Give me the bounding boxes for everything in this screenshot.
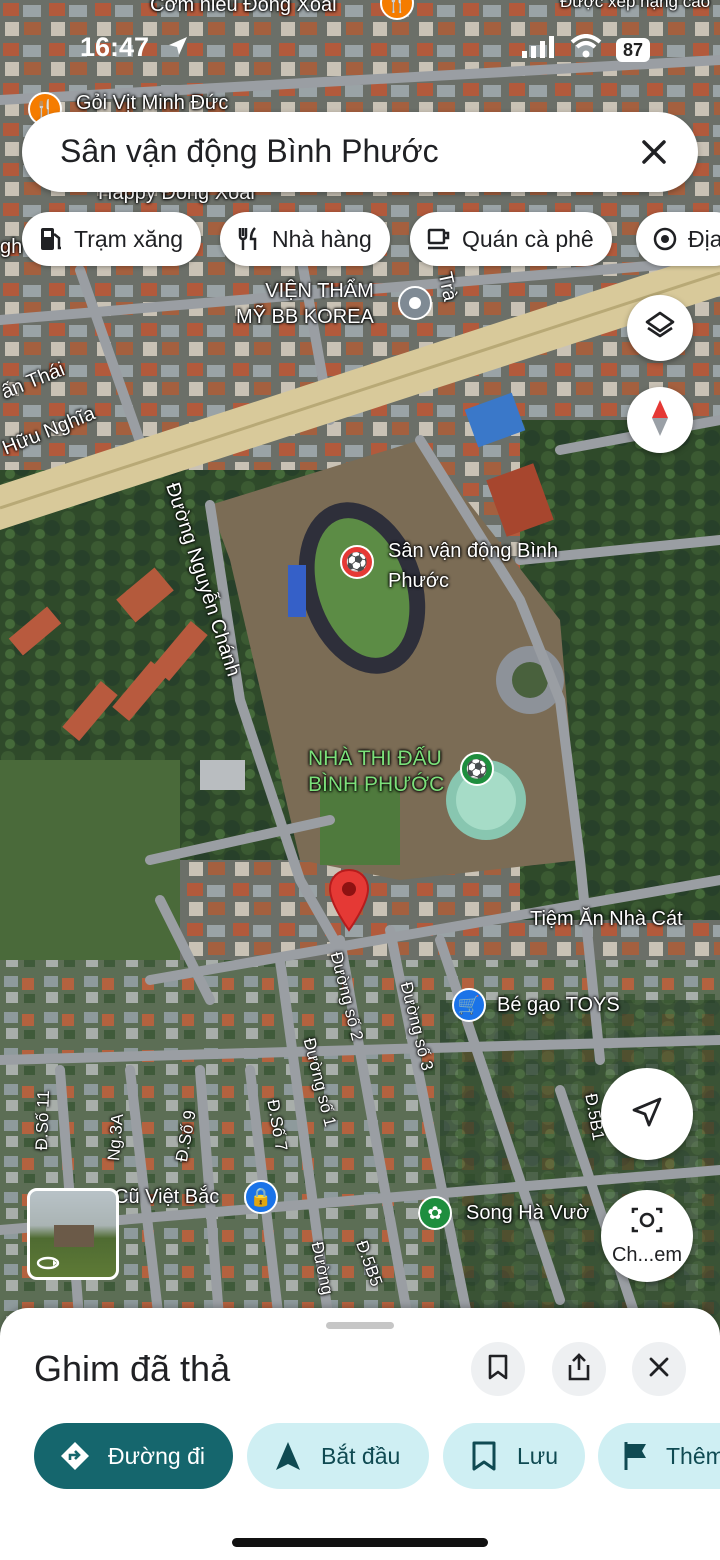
search-bar[interactable]: Sân vận động Bình Phước <box>22 112 698 192</box>
chip-restaurant[interactable]: Nhà hàng <box>220 212 390 266</box>
map-label: Được xếp hạng cao <box>560 0 711 11</box>
restaurant-icon <box>236 226 262 252</box>
thumbnail-gate <box>54 1225 94 1247</box>
map-label: Cũ Việt Bắc <box>114 1186 220 1208</box>
compass-icon <box>648 398 672 443</box>
shopping-cart-poi-icon[interactable]: 🛒 <box>452 988 486 1022</box>
chip-label: Trạm xăng <box>74 225 184 252</box>
category-chips: Trạm xăng Nhà hàng Quán cà phê Địa <box>22 212 720 266</box>
more-button[interactable]: Thêm <box>598 1423 720 1489</box>
chip-label: Địa <box>688 225 720 252</box>
street-view-360-icon <box>36 1255 60 1276</box>
save-icon-button[interactable] <box>471 1342 525 1396</box>
lens-button[interactable]: Ch...em <box>601 1190 693 1282</box>
attraction-icon <box>652 226 678 252</box>
chip-label: Nhà hàng <box>272 225 372 252</box>
map-view[interactable]: 16:47 87 Cơm niêu Đồng Xoài 🍴 Được xếp h… <box>0 0 720 1330</box>
search-query[interactable]: Sân vận động Bình Phước <box>60 133 439 170</box>
chip-gas-station[interactable]: Trạm xăng <box>22 212 202 266</box>
start-button[interactable]: Bắt đầu <box>247 1423 429 1489</box>
camera-search-icon <box>630 1205 664 1240</box>
place-poi-icon[interactable] <box>398 286 432 320</box>
street-view-thumbnail[interactable] <box>27 1188 119 1280</box>
share-icon <box>566 1352 592 1387</box>
chip-attraction[interactable]: Địa <box>636 212 720 266</box>
chip-label: Quán cà phê <box>462 225 594 252</box>
close-icon[interactable] <box>632 130 676 174</box>
layers-button[interactable] <box>627 295 693 361</box>
action-label: Lưu <box>517 1442 558 1469</box>
bottom-sheet[interactable]: Ghim đã thả Đường đi Bắt đầu Lưu Thêm <box>0 1308 720 1560</box>
close-icon <box>647 1355 671 1384</box>
directions-button[interactable]: Đường đi <box>34 1423 233 1489</box>
flag-icon <box>622 1439 650 1473</box>
garden-poi-icon[interactable]: ✿ <box>418 1196 452 1230</box>
arena-poi-icon[interactable]: ⚽ <box>460 752 494 786</box>
close-sheet-button[interactable] <box>632 1342 686 1396</box>
shopping-bag-poi-icon[interactable]: 🔒 <box>244 1180 278 1214</box>
battery-indicator: 87 <box>615 37 650 62</box>
map-label: Sân vận động Bình Phước <box>388 540 559 592</box>
wifi-icon <box>570 34 602 65</box>
navigation-arrow-icon <box>630 1095 664 1134</box>
map-label: Bé gạo TOYS <box>497 994 620 1016</box>
location-arrow-icon <box>166 34 190 65</box>
street-label: Đ.Số 11 <box>32 1089 54 1151</box>
cellular-signal-icon <box>521 34 556 65</box>
directions-icon <box>58 1439 92 1473</box>
drag-handle[interactable] <box>326 1322 394 1329</box>
compass-button[interactable] <box>627 387 693 453</box>
gas-station-icon <box>38 226 64 252</box>
action-label: Thêm <box>666 1442 720 1469</box>
coffee-icon <box>426 226 452 252</box>
map-label: gh <box>0 236 23 258</box>
my-location-button[interactable] <box>601 1068 693 1160</box>
bookmark-icon <box>467 1439 501 1473</box>
lens-label: Ch...em <box>611 1244 683 1266</box>
map-label: Cơm niêu Đồng Xoài <box>150 0 337 16</box>
share-button[interactable] <box>552 1342 606 1396</box>
save-button[interactable]: Lưu <box>443 1423 585 1489</box>
bookmark-icon <box>487 1353 509 1386</box>
stadium-poi-icon[interactable]: ⚽ <box>340 545 374 579</box>
layers-icon <box>643 309 677 348</box>
dropped-pin-marker[interactable] <box>328 868 370 932</box>
navigation-arrow-icon <box>271 1439 305 1473</box>
chip-coffee[interactable]: Quán cà phê <box>410 212 612 266</box>
status-time: 16:47 <box>80 32 150 62</box>
status-bar: 16:47 87 <box>0 28 720 68</box>
street-label: Ng.3A <box>104 1112 128 1162</box>
map-label: NHÀ THI ĐẤU BÌNH PHƯỚC <box>308 747 445 796</box>
map-label: VIỆN THẨM MỸ BB KOREA <box>236 280 374 328</box>
map-label: Tiệm Ăn Nhà Cát <box>530 908 683 930</box>
sheet-title: Ghim đã thả <box>34 1348 231 1389</box>
home-indicator[interactable] <box>232 1538 488 1547</box>
action-label: Bắt đầu <box>321 1442 401 1469</box>
action-label: Đường đi <box>108 1442 205 1469</box>
map-label: Song Hà Vườ <box>466 1202 590 1224</box>
